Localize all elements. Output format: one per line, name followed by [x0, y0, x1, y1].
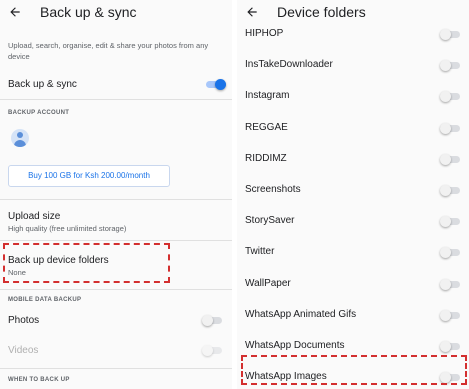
- folder-toggle[interactable]: [440, 278, 460, 290]
- backup-sync-label: Back up & sync: [8, 79, 77, 90]
- folder-name: InsTakeDownloader: [245, 59, 333, 71]
- when-to-backup-header: WHEN TO BACK UP: [8, 377, 70, 383]
- backup-sync-screen: Back up & sync Upload, search, organise,…: [0, 0, 232, 389]
- divider: [0, 289, 232, 290]
- divider: [0, 240, 232, 241]
- app-bar: Back up & sync: [0, 0, 232, 28]
- folder-toggle[interactable]: [440, 341, 460, 352]
- backup-sync-toggle[interactable]: [206, 79, 226, 90]
- folder-name: Screenshots: [245, 184, 301, 195]
- mobile-data-header: MOBILE DATA BACKUP: [8, 297, 82, 303]
- folder-name: WhatsApp Animated Gifs: [245, 308, 357, 320]
- device-folders-screen: Device folders HIPHOP InsTakeDownloader In…: [237, 0, 469, 389]
- highlight-box: [3, 243, 170, 283]
- divider: [0, 99, 232, 100]
- folder-name: RIDDIMZ: [245, 152, 287, 164]
- folder-name: StorySaver: [245, 215, 295, 227]
- folder-toggle[interactable]: [440, 29, 460, 40]
- highlight-box: [241, 355, 467, 385]
- folder-toggle[interactable]: [440, 216, 460, 228]
- account-avatar[interactable]: [11, 129, 29, 147]
- page-title: Device folders: [277, 4, 366, 20]
- divider: [0, 368, 232, 369]
- photos-label: Photos: [8, 315, 40, 326]
- backup-account-header: BACKUP ACCOUNT: [8, 110, 70, 116]
- folder-name: REGGAE: [245, 121, 288, 133]
- upload-size-label: Upload size: [8, 211, 61, 222]
- divider: [0, 199, 232, 200]
- folder-name: Twitter: [245, 246, 275, 258]
- videos-toggle[interactable]: [202, 345, 222, 356]
- back-arrow-icon[interactable]: [8, 5, 22, 19]
- videos-label: Videos: [8, 345, 39, 356]
- folder-name: Instagram: [245, 90, 290, 102]
- folder-toggle[interactable]: [440, 91, 460, 103]
- folder-toggle[interactable]: [440, 60, 460, 72]
- page-title: Back up & sync: [40, 4, 137, 20]
- buy-storage-button[interactable]: Buy 100 GB for Ksh 200.00/month: [8, 165, 170, 187]
- folder-toggle[interactable]: [440, 153, 460, 165]
- photos-toggle[interactable]: [202, 315, 222, 326]
- app-bar: Device folders: [237, 0, 469, 28]
- folder-toggle[interactable]: [440, 247, 460, 259]
- back-arrow-icon[interactable]: [245, 5, 259, 19]
- folder-name: HIPHOP: [245, 28, 284, 39]
- upload-size-value: High quality (free unlimited storage): [8, 224, 127, 233]
- folder-name: WhatsApp Documents: [245, 340, 345, 351]
- folder-toggle[interactable]: [440, 185, 460, 196]
- folder-name: WallPaper: [245, 277, 291, 289]
- folder-toggle[interactable]: [440, 309, 460, 321]
- description-text: Upload, search, organise, edit & share y…: [8, 41, 209, 61]
- folder-toggle[interactable]: [440, 122, 460, 134]
